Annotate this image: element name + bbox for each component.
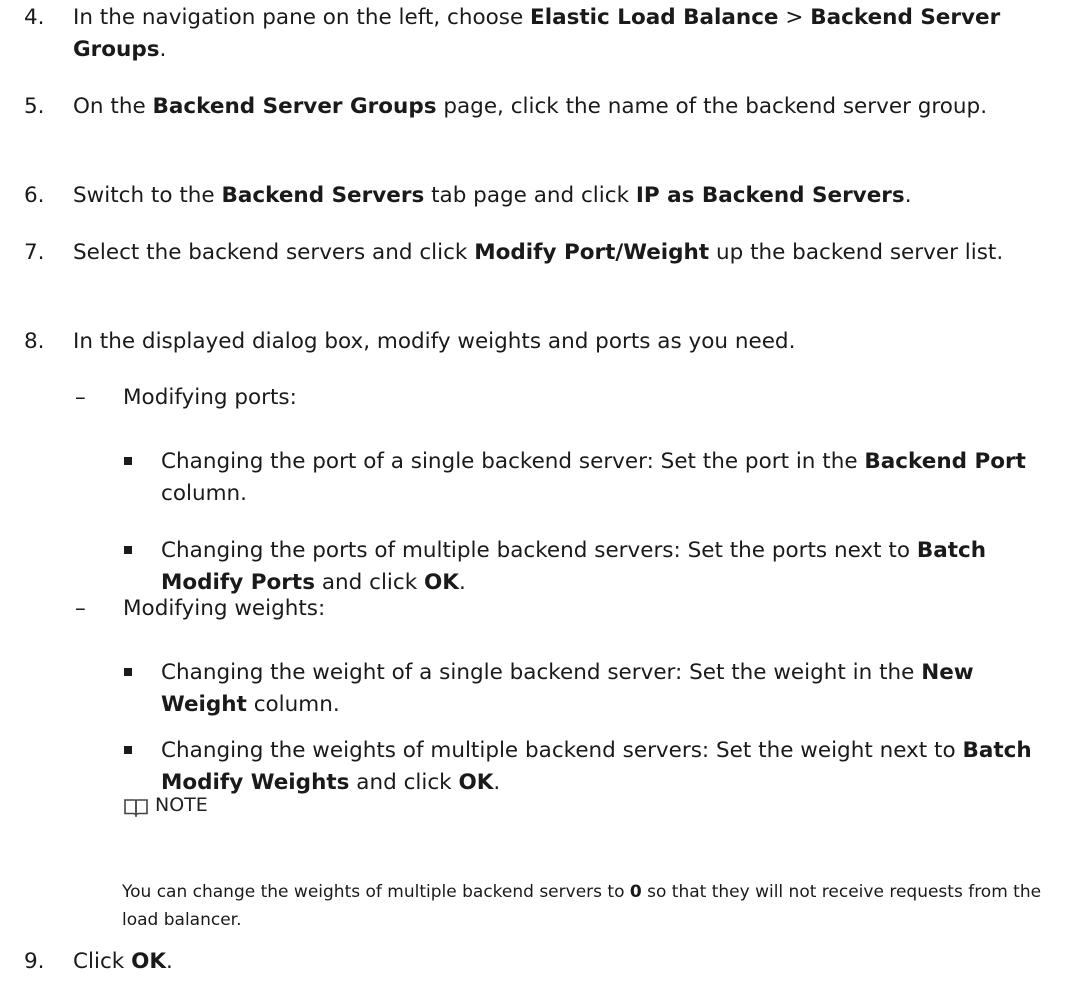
step-8: 8. In the displayed dialog box, modify w… xyxy=(0,326,1060,358)
substep-ports: – Modifying ports: xyxy=(0,382,1060,414)
emphasis-text: Modify Port/Weight xyxy=(474,240,710,265)
book-icon xyxy=(123,795,149,818)
emphasis-text: 0 xyxy=(629,882,642,902)
emphasis-text: Elastic Load Balance xyxy=(530,5,779,30)
bullet-marker xyxy=(124,457,132,465)
step-number: 8. xyxy=(24,329,45,354)
step-4: 4. In the navigation pane on the left, c… xyxy=(0,2,1060,66)
emphasis-text: IP as Backend Servers xyxy=(635,183,905,208)
step-5: 5. On the Backend Server Groups page, cl… xyxy=(0,91,1060,123)
step-text: Select the backend servers and click Mod… xyxy=(73,240,1004,265)
emphasis-text: OK xyxy=(424,570,459,595)
bullet-text: Changing the weights of multiple backend… xyxy=(161,738,1032,795)
emphasis-text: Backend Servers xyxy=(221,183,425,208)
emphasis-text: Backend Port xyxy=(864,449,1026,474)
step-7: 7. Select the backend servers and click … xyxy=(0,237,1060,269)
step-number: 5. xyxy=(24,94,45,119)
bullet-text: Changing the ports of multiple backend s… xyxy=(161,538,987,595)
step-6: 6. Switch to the Backend Servers tab pag… xyxy=(0,180,1060,212)
step-number: 6. xyxy=(24,183,45,208)
substep-weights: – Modifying weights: xyxy=(0,593,1060,625)
substep-label: Modifying weights: xyxy=(123,596,326,621)
substep-label: Modifying ports: xyxy=(123,385,297,410)
emphasis-text: OK xyxy=(458,770,494,795)
emphasis-text: Batch Modify Weights xyxy=(161,738,1032,795)
bullet-marker xyxy=(124,746,132,754)
step-9: 9. Click OK. xyxy=(0,946,1060,978)
bullet-multiple-ports: Changing the ports of multiple backend s… xyxy=(0,535,1060,599)
step-text: In the displayed dialog box, modify weig… xyxy=(73,329,796,354)
emphasis-text: Backend Server Groups xyxy=(152,94,437,119)
emphasis-text: OK xyxy=(131,949,167,974)
bullet-text: Changing the weight of a single backend … xyxy=(161,660,974,717)
bullet-single-port: Changing the port of a single backend se… xyxy=(0,446,1060,510)
step-number: 9. xyxy=(24,949,45,974)
step-text: Click OK. xyxy=(73,949,173,974)
step-number: 4. xyxy=(24,5,45,30)
step-number: 7. xyxy=(24,240,45,265)
emphasis-text: New Weight xyxy=(161,660,974,717)
step-text: In the navigation pane on the left, choo… xyxy=(73,5,1001,62)
document-page: 4. In the navigation pane on the left, c… xyxy=(0,0,1066,985)
emphasis-text: Batch Modify Ports xyxy=(161,538,987,595)
note-header: NOTE xyxy=(123,790,208,820)
note-label: NOTE xyxy=(155,794,208,816)
dash-marker: – xyxy=(75,596,86,621)
note-text: You can change the weights of multiple b… xyxy=(122,882,1042,930)
step-text: Switch to the Backend Servers tab page a… xyxy=(73,183,912,208)
bullet-text: Changing the port of a single backend se… xyxy=(161,449,1026,506)
dash-marker: – xyxy=(75,385,86,410)
step-text: On the Backend Server Groups page, click… xyxy=(73,94,988,119)
bullet-single-weight: Changing the weight of a single backend … xyxy=(0,657,1060,721)
bullet-marker xyxy=(124,668,132,676)
bullet-marker xyxy=(124,546,132,554)
